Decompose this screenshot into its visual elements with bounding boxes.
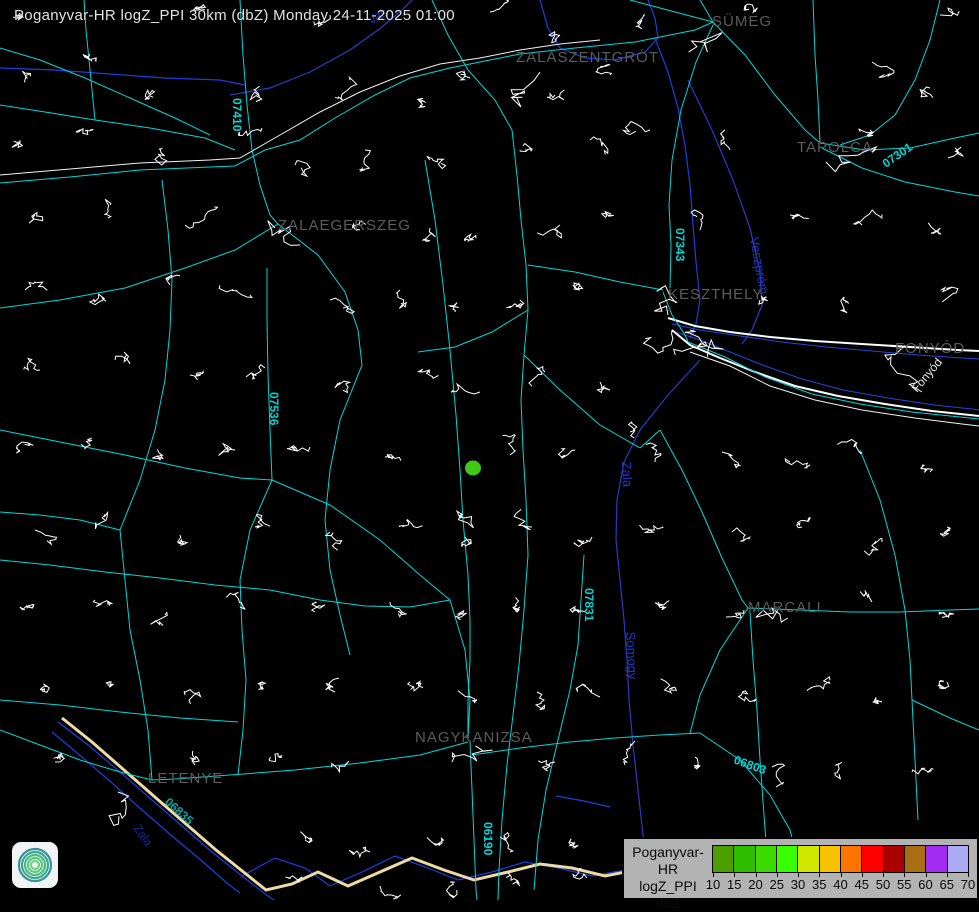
legend-color-swatch	[948, 846, 968, 872]
legend-color-swatch	[862, 846, 883, 872]
rivers	[0, 0, 700, 900]
county-label-somogy: Somogy	[623, 631, 641, 680]
legend-color-swatch	[756, 846, 777, 872]
legend-tick-label: 20	[748, 877, 762, 892]
dbz-legend: Poganyvar-HR logZ_PPI dbZ 10152025303540…	[622, 837, 979, 900]
town-label-tapolca: TAPOLCA	[797, 139, 873, 156]
legend-tick-label: 25	[770, 877, 784, 892]
county-boundaries	[230, 0, 762, 900]
road-number-label: 07301	[880, 140, 916, 171]
legend-color-swatch	[820, 846, 841, 872]
legend-tick-label: 30	[791, 877, 805, 892]
legend-color-swatch	[905, 846, 926, 872]
legend-colorbar	[712, 845, 969, 873]
road-number-label: 07536	[267, 392, 281, 426]
village-outlines	[12, 0, 963, 899]
road-number-label: 07343	[673, 228, 687, 262]
railstation-label-fonyod: Fonyód	[909, 355, 945, 395]
road-number-label: 06803	[732, 753, 768, 778]
town-label-zalaszentgrot: ZALASZENTGRÓT	[516, 49, 659, 66]
legend-tick-label: 35	[812, 877, 826, 892]
town-label-marcali: MARCALI	[748, 599, 822, 616]
legend-tick-label: 15	[727, 877, 741, 892]
town-label-nagykanizsa: NAGYKANIZSA	[415, 729, 533, 746]
weather-service-logo-icon	[11, 841, 59, 889]
legend-tick-label: 55	[897, 877, 911, 892]
legend-color-swatch	[798, 846, 819, 872]
legend-tick-label: 45	[855, 877, 869, 892]
legend-product-name: logZ_PPI	[624, 878, 712, 895]
legend-tick-label: 65	[940, 877, 954, 892]
legend-radar-name: Poganyvar-HR	[624, 844, 712, 878]
town-label-letenye: LETENYE	[148, 770, 223, 787]
road-number-label: 07410	[230, 98, 244, 132]
legend-tick-label: 10	[706, 877, 720, 892]
legend-color-swatch	[884, 846, 905, 872]
road-number-label: 06190	[481, 822, 495, 856]
legend-tick-label: 70	[961, 877, 975, 892]
legend-tick-label: 40	[833, 877, 847, 892]
legend-unit: dbZ	[624, 895, 712, 912]
radar-image-title: Poganyvar-HR logZ_PPI 30km (dbZ) Monday …	[14, 7, 455, 24]
legend-tick-label: 60	[918, 877, 932, 892]
national-border	[62, 718, 670, 896]
legend-bar-wrap: 10152025303540455055606570	[712, 845, 972, 895]
road-number-label: 07831	[582, 588, 596, 622]
town-label-sumeg: SÜMEG	[712, 12, 772, 30]
legend-color-swatch	[841, 846, 862, 872]
roads	[0, 0, 979, 900]
legend-ticks: 10152025303540455055606570	[712, 873, 969, 895]
legend-color-swatch	[777, 846, 798, 872]
county-label-zala-south: Zala	[131, 822, 156, 849]
legend-color-swatch	[713, 846, 734, 872]
legend-color-swatch	[734, 846, 755, 872]
town-label-keszthely: KESZTHELY	[668, 286, 763, 303]
legend-tick-label: 50	[876, 877, 890, 892]
radar-map: SÜMEG ZALASZENTGRÓT TAPOLCA ZALAEGERSZEG KES…	[0, 0, 979, 900]
radar-echo	[465, 461, 481, 476]
legend-color-swatch	[926, 846, 947, 872]
county-label-zala: Zala	[619, 461, 635, 488]
legend-title: Poganyvar-HR logZ_PPI dbZ	[624, 839, 712, 912]
town-label-fonyod: FONYÓD	[895, 340, 965, 357]
town-label-zalaegerszeg: ZALAEGERSZEG	[278, 217, 411, 234]
